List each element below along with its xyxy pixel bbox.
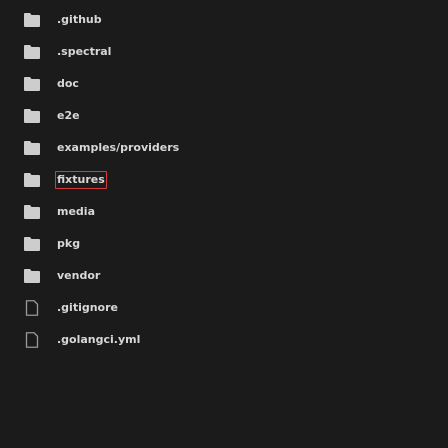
folder-label: media [57,205,95,218]
folder-label: .github [57,13,102,26]
folder-icon [24,109,40,123]
folder-item-fixtures[interactable]: fixtures [0,164,448,196]
folder-item-e2e[interactable]: e2e [0,100,448,132]
file-label: .golangci.yml [57,333,141,346]
folder-icon [24,237,40,251]
folder-label-selected[interactable]: fixtures [55,171,107,189]
folder-icon [24,141,40,155]
folder-icon [24,205,40,219]
file-item-gitignore[interactable]: .gitignore [0,292,448,324]
folder-icon [24,269,40,283]
folder-icon [24,77,40,91]
folder-item-doc[interactable]: doc [0,68,448,100]
folder-item-media[interactable]: media [0,196,448,228]
folder-label: .spectral [57,45,112,58]
folder-label: pkg [57,237,81,250]
folder-label: doc [57,77,79,90]
folder-label: examples/providers [57,141,180,154]
folder-icon [24,13,40,27]
file-icon [24,300,40,316]
folder-item-pkg[interactable]: pkg [0,228,448,260]
folder-icon [24,173,40,187]
folder-item-github[interactable]: .github [0,4,448,36]
folder-item-vendor[interactable]: vendor [0,260,448,292]
folder-label: vendor [57,269,101,282]
folder-icon [24,45,40,59]
file-label: .gitignore [57,301,118,314]
file-explorer: .github .spectral doc e2e examples/provi… [0,0,448,448]
file-icon [24,332,40,348]
folder-item-spectral[interactable]: .spectral [0,36,448,68]
folder-label: e2e [57,109,80,122]
file-item-golangci[interactable]: .golangci.yml [0,324,448,356]
folder-item-examples-providers[interactable]: examples/providers [0,132,448,164]
